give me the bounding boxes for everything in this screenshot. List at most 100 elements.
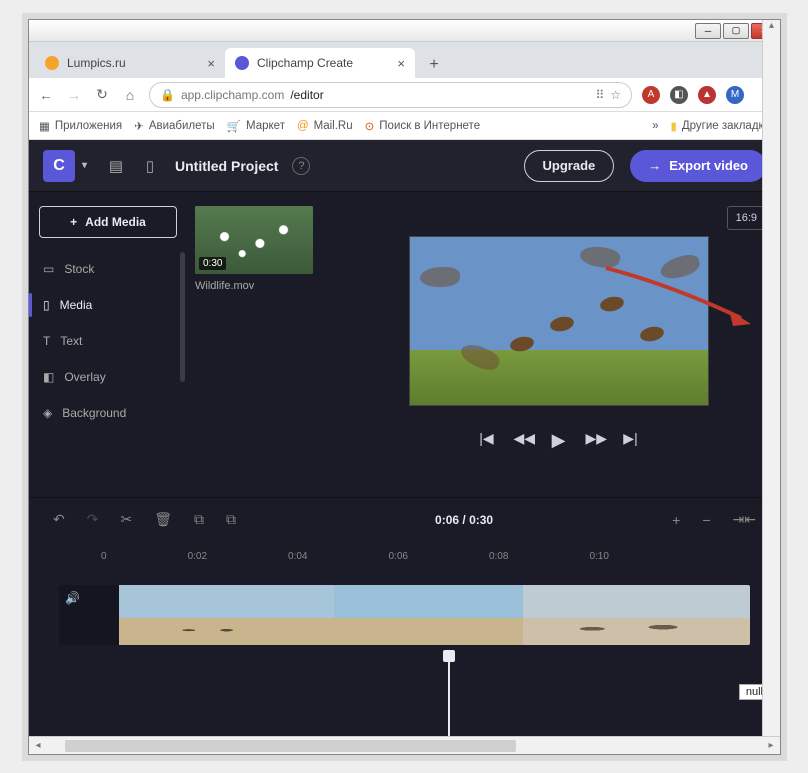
star-icon[interactable]: ☆: [610, 88, 621, 102]
volume-icon: 🔊: [65, 591, 80, 605]
project-title[interactable]: Untitled Project: [175, 158, 278, 174]
app-topbar: C ▾ ▤ ▯ Untitled Project ? Upgrade → Exp…: [29, 140, 780, 192]
aspect-ratio-button[interactable]: 16:9: [727, 206, 766, 230]
nav-home-icon[interactable]: ⌂: [121, 87, 139, 103]
new-tab-button[interactable]: +: [421, 52, 447, 78]
search-icon: ⊙: [365, 119, 375, 133]
bookmark-overflow[interactable]: »: [652, 120, 658, 132]
text-icon: T: [43, 334, 50, 348]
zoom-out-icon[interactable]: −: [702, 512, 710, 528]
browser-tabs: Lumpics.ru × Clipchamp Create × +: [29, 42, 780, 78]
ruler-tick: 0:06: [389, 551, 408, 562]
apps-icon: ▦: [39, 119, 50, 133]
duplicate-icon[interactable]: ⧉: [226, 511, 236, 528]
browser-tab[interactable]: Clipchamp Create ×: [225, 48, 415, 78]
window-horizontal-scrollbar[interactable]: ◂ ▸: [29, 736, 780, 754]
scrollbar-thumb[interactable]: [65, 740, 516, 752]
add-media-button[interactable]: + Add Media: [39, 206, 177, 238]
skip-end-icon[interactable]: ▶|: [622, 430, 640, 451]
translate-icon[interactable]: ⠿: [595, 88, 604, 102]
timeline-track[interactable]: 🔊: [59, 585, 750, 645]
playhead[interactable]: [448, 656, 450, 736]
bookmark-item[interactable]: @Mail.Ru: [297, 120, 353, 132]
mail-icon: @: [297, 120, 309, 132]
ruler-tick: 0:10: [589, 551, 608, 562]
sidebar-scrollbar[interactable]: [180, 252, 185, 382]
media-filename: Wildlife.mov: [195, 280, 329, 292]
video-clip[interactable]: [119, 585, 750, 645]
tab-close-icon[interactable]: ×: [397, 56, 405, 71]
arrow-right-icon: →: [648, 158, 661, 173]
playback-controls: |◀ ◀◀ ▶ ▶▶ ▶|: [478, 430, 640, 451]
other-bookmarks[interactable]: ▮Другие закладки: [671, 119, 770, 133]
rewind-icon[interactable]: ◀◀: [514, 430, 532, 451]
stock-icon: ▭: [43, 262, 54, 276]
trash-icon[interactable]: 🗑: [154, 511, 172, 528]
help-icon[interactable]: ?: [292, 157, 310, 175]
sidebar: + Add Media ▭Stock ▯Media TText ◧Overlay…: [29, 192, 187, 497]
sidebar-item-stock[interactable]: ▭Stock: [39, 254, 177, 284]
bookmark-item[interactable]: ⊙Поиск в Интернете: [365, 119, 480, 133]
chevron-down-icon: ▾: [82, 160, 87, 171]
app-logo[interactable]: C ▾: [43, 150, 75, 182]
browser-tab[interactable]: Lumpics.ru ×: [35, 48, 225, 78]
nav-forward-icon[interactable]: →: [65, 87, 83, 103]
window-minimize-button[interactable]: ─: [695, 23, 721, 39]
extension-icon[interactable]: ◧: [670, 86, 688, 104]
preview-panel: 16:9 |◀ ◀◀ ▶ ▶▶ ▶|: [337, 192, 780, 497]
bookmark-apps[interactable]: ▦Приложения: [39, 119, 122, 133]
copy-icon[interactable]: ⧉: [194, 511, 204, 528]
url-host: app.clipchamp.com: [181, 88, 284, 102]
play-icon[interactable]: ▶: [550, 430, 568, 451]
timeline-toolbar: ↶ ↷ ✂ 🗑 ⧉ ⧉ 0:06 / 0:30 + − ⇥⇤: [29, 497, 780, 541]
editor-main: + Add Media ▭Stock ▯Media TText ◧Overlay…: [29, 192, 780, 497]
media-thumbnail[interactable]: 0:30: [195, 206, 313, 274]
redo-icon[interactable]: ↷: [87, 511, 99, 528]
document-icon[interactable]: ▯: [137, 157, 163, 175]
upgrade-button[interactable]: Upgrade: [524, 150, 615, 182]
extension-icon[interactable]: ▲: [698, 86, 716, 104]
sidebar-item-overlay[interactable]: ◧Overlay: [39, 362, 177, 392]
cut-icon[interactable]: ✂: [120, 511, 132, 528]
tab-title: Clipchamp Create: [257, 56, 353, 70]
forward-icon[interactable]: ▶▶: [586, 430, 604, 451]
browser-window: ─ ▢ ✕ Lumpics.ru × Clipchamp Create × + …: [28, 19, 781, 755]
media-icon: ▯: [43, 298, 50, 312]
background-icon: ◈: [43, 406, 52, 420]
timeline-ruler[interactable]: 0 0:02 0:04 0:06 0:08 0:10: [29, 541, 780, 571]
fit-icon[interactable]: ⇥⇤: [733, 511, 756, 528]
extension-icon[interactable]: A: [642, 86, 660, 104]
ruler-tick: 0: [101, 551, 107, 562]
sidebar-item-media[interactable]: ▯Media: [39, 290, 177, 320]
ruler-tick: 0:02: [188, 551, 207, 562]
nav-back-icon[interactable]: ←: [37, 87, 55, 103]
audio-toggle[interactable]: 🔊: [59, 585, 119, 645]
skip-start-icon[interactable]: |◀: [478, 430, 496, 451]
video-preview[interactable]: [409, 236, 709, 406]
tab-title: Lumpics.ru: [67, 56, 126, 70]
profile-avatar[interactable]: M: [726, 86, 744, 104]
clip-duration: 0:30: [199, 257, 226, 270]
window-maximize-button[interactable]: ▢: [723, 23, 749, 39]
overlay-icon: ◧: [43, 370, 54, 384]
film-icon[interactable]: ▤: [103, 157, 129, 175]
sidebar-item-background[interactable]: ◈Background: [39, 398, 177, 428]
window-vertical-scrollbar[interactable]: ▴: [762, 20, 780, 736]
nav-reload-icon[interactable]: ↻: [93, 86, 111, 103]
sidebar-item-text[interactable]: TText: [39, 326, 177, 356]
url-input[interactable]: 🔒 app.clipchamp.com/editor ⠿ ☆: [149, 82, 632, 108]
bookmark-item[interactable]: ✈Авиабилеты: [134, 119, 215, 133]
lock-icon: 🔒: [160, 88, 175, 102]
bookmark-item[interactable]: 🛒Маркет: [227, 119, 285, 133]
zoom-in-icon[interactable]: +: [672, 512, 680, 528]
export-video-button[interactable]: → Export video: [630, 150, 766, 182]
window-titlebar: ─ ▢ ✕: [29, 20, 780, 42]
favicon: [45, 56, 59, 70]
cart-icon: 🛒: [227, 119, 241, 133]
ruler-tick: 0:08: [489, 551, 508, 562]
tab-close-icon[interactable]: ×: [207, 56, 215, 71]
undo-icon[interactable]: ↶: [53, 511, 65, 528]
media-panel: 0:30 Wildlife.mov: [187, 192, 337, 497]
plane-icon: ✈: [134, 119, 144, 133]
plus-icon: +: [70, 215, 77, 229]
